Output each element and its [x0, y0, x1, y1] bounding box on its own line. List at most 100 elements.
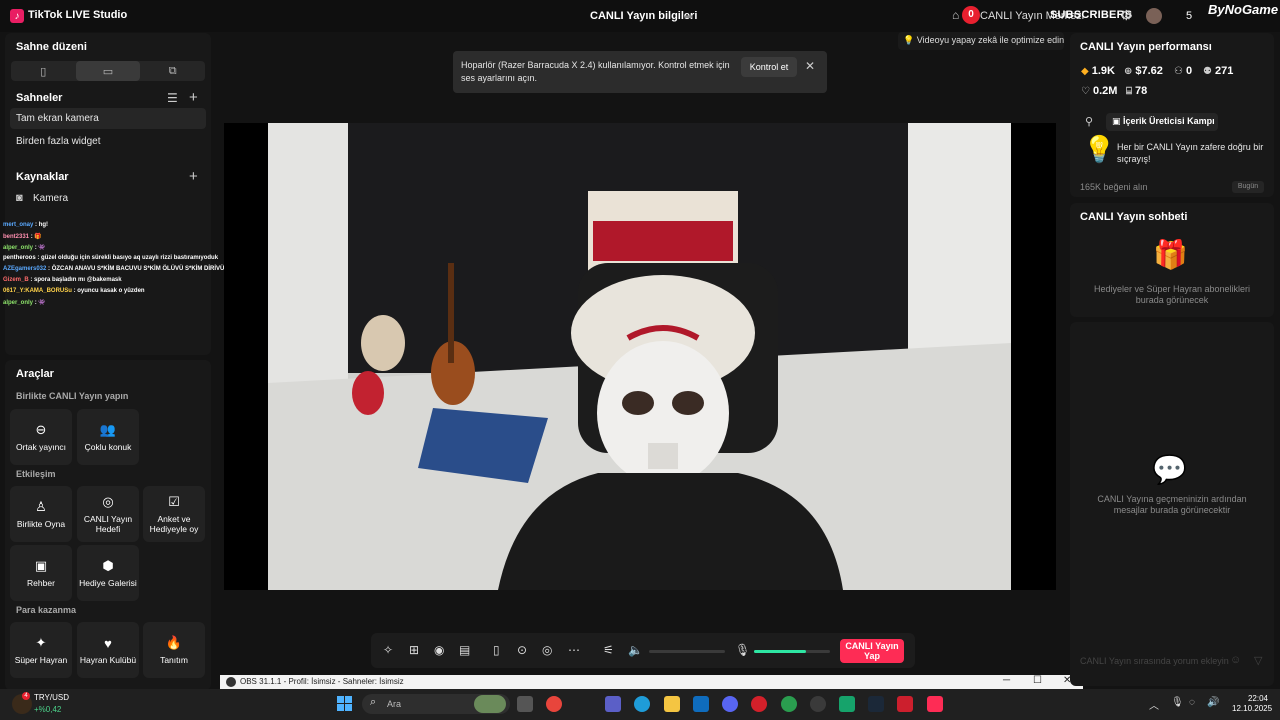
- camera-feed[interactable]: [268, 123, 1011, 590]
- task-view-icon[interactable]: [517, 696, 533, 712]
- source-item-camera[interactable]: Kamera: [33, 193, 68, 204]
- chat-overlay-user: Gizem_B: [3, 277, 29, 283]
- scene-item-fullscreen-camera[interactable]: Tam ekran kamera: [10, 108, 206, 129]
- layout-landscape-button[interactable]: ▭: [75, 61, 141, 81]
- scene-item-multi-widget[interactable]: Birden fazla widget: [10, 131, 206, 152]
- currency-pair: TRY/USD: [34, 693, 69, 702]
- outlook-icon[interactable]: [693, 696, 709, 712]
- people-icon: 👥: [99, 422, 117, 437]
- chrome-icon[interactable]: [546, 696, 562, 712]
- record-icon[interactable]: ⊙: [517, 643, 527, 657]
- check-button[interactable]: Kontrol et: [741, 57, 797, 77]
- scenes-title: Sahneler: [16, 92, 63, 104]
- tool-cohost[interactable]: ⊖ Ortak yayıncı: [10, 409, 72, 465]
- tray-mic-icon[interactable]: 🎙: [1171, 697, 1184, 708]
- effects-icon[interactable]: ◉: [434, 643, 444, 657]
- tiktok-studio-icon[interactable]: [927, 696, 943, 712]
- steam-icon[interactable]: [868, 696, 884, 712]
- discord-icon[interactable]: [722, 696, 738, 712]
- widget-badge: 4: [22, 692, 30, 700]
- tool-poll[interactable]: ☑ Anket ve Hediyeyle oy: [143, 486, 205, 542]
- mic-level-fill: [754, 650, 806, 653]
- speaker-icon[interactable]: 🔈: [628, 643, 643, 657]
- tool-play-together[interactable]: ♙ Birlikte Oyna: [10, 486, 72, 542]
- tray-chevron-icon[interactable]: ︿: [1149, 697, 1159, 712]
- microphone-icon[interactable]: 🎙: [735, 643, 750, 657]
- adjust-icon[interactable]: ⚟: [603, 643, 614, 657]
- edge-icon[interactable]: [634, 696, 650, 712]
- add-user-icon[interactable]: ⚲: [1085, 115, 1093, 128]
- tool-fan-club[interactable]: ♥ Hayran Kulübü: [77, 622, 139, 678]
- live-chat-title: CANLI Yayın sohbeti: [1080, 211, 1188, 223]
- chat-overlay-line: alper_only : 👾: [3, 244, 46, 251]
- chat-overlay-line: mert_onay : hg!: [3, 222, 48, 228]
- speaker-volume-slider[interactable]: [649, 650, 725, 653]
- ai-optimize-link[interactable]: 💡 Videoyu yapay zekâ ile optimize edin: [898, 32, 1064, 50]
- close-icon[interactable]: ✕: [805, 59, 815, 73]
- maximize-icon[interactable]: ☐: [1033, 675, 1042, 686]
- wifi-icon[interactable]: ◌: [1189, 697, 1195, 708]
- tool-fan-club-label: Hayran Kulübü: [79, 654, 137, 665]
- add-source-icon[interactable]: +: [189, 168, 198, 185]
- add-scene-icon[interactable]: +: [189, 89, 198, 106]
- capture-icon[interactable]: ◎: [542, 643, 552, 657]
- tool-multi-guest[interactable]: 👥 Çoklu konuk: [77, 409, 139, 465]
- chat-overlay-line: bent2331 : 🎁: [3, 233, 42, 240]
- app-green-icon[interactable]: [839, 696, 855, 712]
- heart-icon: ♥: [104, 635, 112, 651]
- chat-overlay-user: alper_only: [3, 245, 34, 251]
- teams-icon[interactable]: [605, 696, 621, 712]
- list-icon[interactable]: ☰: [167, 91, 178, 105]
- live-info-title[interactable]: CANLI Yayın bilgileri: [590, 10, 697, 22]
- chat-overlay-text: : güzel olduğu için sürekli basıyo aq uz…: [37, 255, 219, 261]
- layout-portrait-button[interactable]: ▯: [11, 61, 76, 81]
- messages-empty-message: CANLI Yayına geçmeninizin ardından mesaj…: [1097, 494, 1247, 515]
- tool-super-fan[interactable]: ✦ Süper Hayran: [10, 622, 72, 678]
- opera-icon[interactable]: [751, 696, 767, 712]
- windows-start-icon[interactable]: [337, 696, 353, 712]
- add-source-icon[interactable]: ⊞: [409, 643, 419, 657]
- chrome-profile-icon[interactable]: [781, 696, 797, 712]
- tool-live-goal[interactable]: ◎ CANLI Yayın Hedefi: [77, 486, 139, 542]
- stat-diamonds: ◆ 1.9K: [1081, 65, 1115, 77]
- magic-wand-icon[interactable]: ✧: [383, 643, 393, 657]
- file-explorer-icon[interactable]: [664, 696, 680, 712]
- filter-icon[interactable]: ▽: [1254, 654, 1262, 667]
- tool-gift-gallery[interactable]: ⬢ Hediye Galerisi: [77, 545, 139, 601]
- screen-icon[interactable]: ▤: [459, 643, 470, 657]
- section-earn: Para kazanma: [16, 605, 77, 615]
- flame-icon: 🔥: [165, 635, 183, 650]
- share-icon[interactable]: ➦: [684, 10, 693, 23]
- tool-guide[interactable]: ▣ Rehber: [10, 545, 72, 601]
- layout-rotate-button[interactable]: ⧉: [140, 61, 205, 81]
- obs-taskbar-icon[interactable]: [810, 696, 826, 712]
- chat-input[interactable]: CANLI Yayın sırasında yorum ekleyin: [1080, 656, 1229, 666]
- obs-icon: [226, 677, 236, 687]
- youtube-icon[interactable]: [897, 696, 913, 712]
- tool-promote[interactable]: 🔥 Tanıtım: [143, 622, 205, 678]
- link-icon: ⊖: [35, 422, 47, 437]
- volume-icon[interactable]: 🔊: [1207, 697, 1219, 708]
- user-avatar[interactable]: [1146, 8, 1162, 24]
- go-live-button[interactable]: CANLI Yayın Yap: [840, 639, 904, 663]
- camera-icon: ◙: [16, 192, 23, 204]
- more-icon[interactable]: ⋯: [568, 643, 580, 657]
- stat-new-followers: ⚇ 0: [1174, 65, 1193, 77]
- creator-camp-button[interactable]: ▣ İçerik Üreticisi Kampı: [1106, 113, 1218, 131]
- star-icon: ✦: [35, 635, 47, 650]
- tool-promote-label: Tanıtım: [160, 655, 188, 665]
- settings-gear-icon[interactable]: ⚙: [1120, 7, 1133, 24]
- emoji-icon[interactable]: ☺: [1230, 654, 1241, 666]
- search-icon: ⌕: [370, 696, 377, 708]
- phone-icon[interactable]: ▯: [493, 643, 500, 657]
- stat-viewers: ⚉ 271: [1203, 65, 1234, 77]
- taskbar-clock[interactable]: 22:04 12.10.2025: [1232, 694, 1272, 714]
- home-icon[interactable]: ⌂: [952, 8, 959, 22]
- likes-goal: 165K beğeni alın: [1080, 182, 1148, 192]
- search-highlight-image: [474, 695, 506, 713]
- minimize-icon[interactable]: ─: [1003, 675, 1010, 686]
- section-interaction: Etkileşim: [16, 469, 56, 479]
- today-badge: Bugün: [1232, 181, 1264, 193]
- tool-live-goal-label: CANLI Yayın Hedefi: [83, 514, 133, 534]
- chat-overlay-text: : hg!: [35, 222, 49, 228]
